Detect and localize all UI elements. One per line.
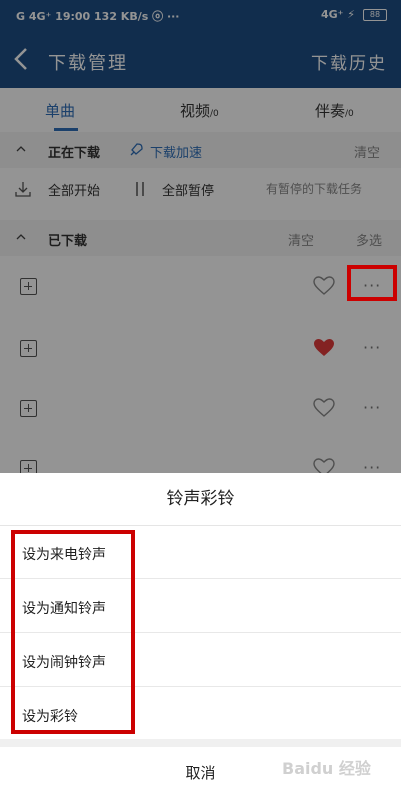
watermark: Baidu 经验: [282, 759, 371, 778]
sheet-title: 铃声彩铃: [0, 473, 401, 526]
highlight-box: [347, 265, 397, 301]
highlight-box: [11, 530, 135, 734]
sheet-divider: [0, 739, 401, 747]
